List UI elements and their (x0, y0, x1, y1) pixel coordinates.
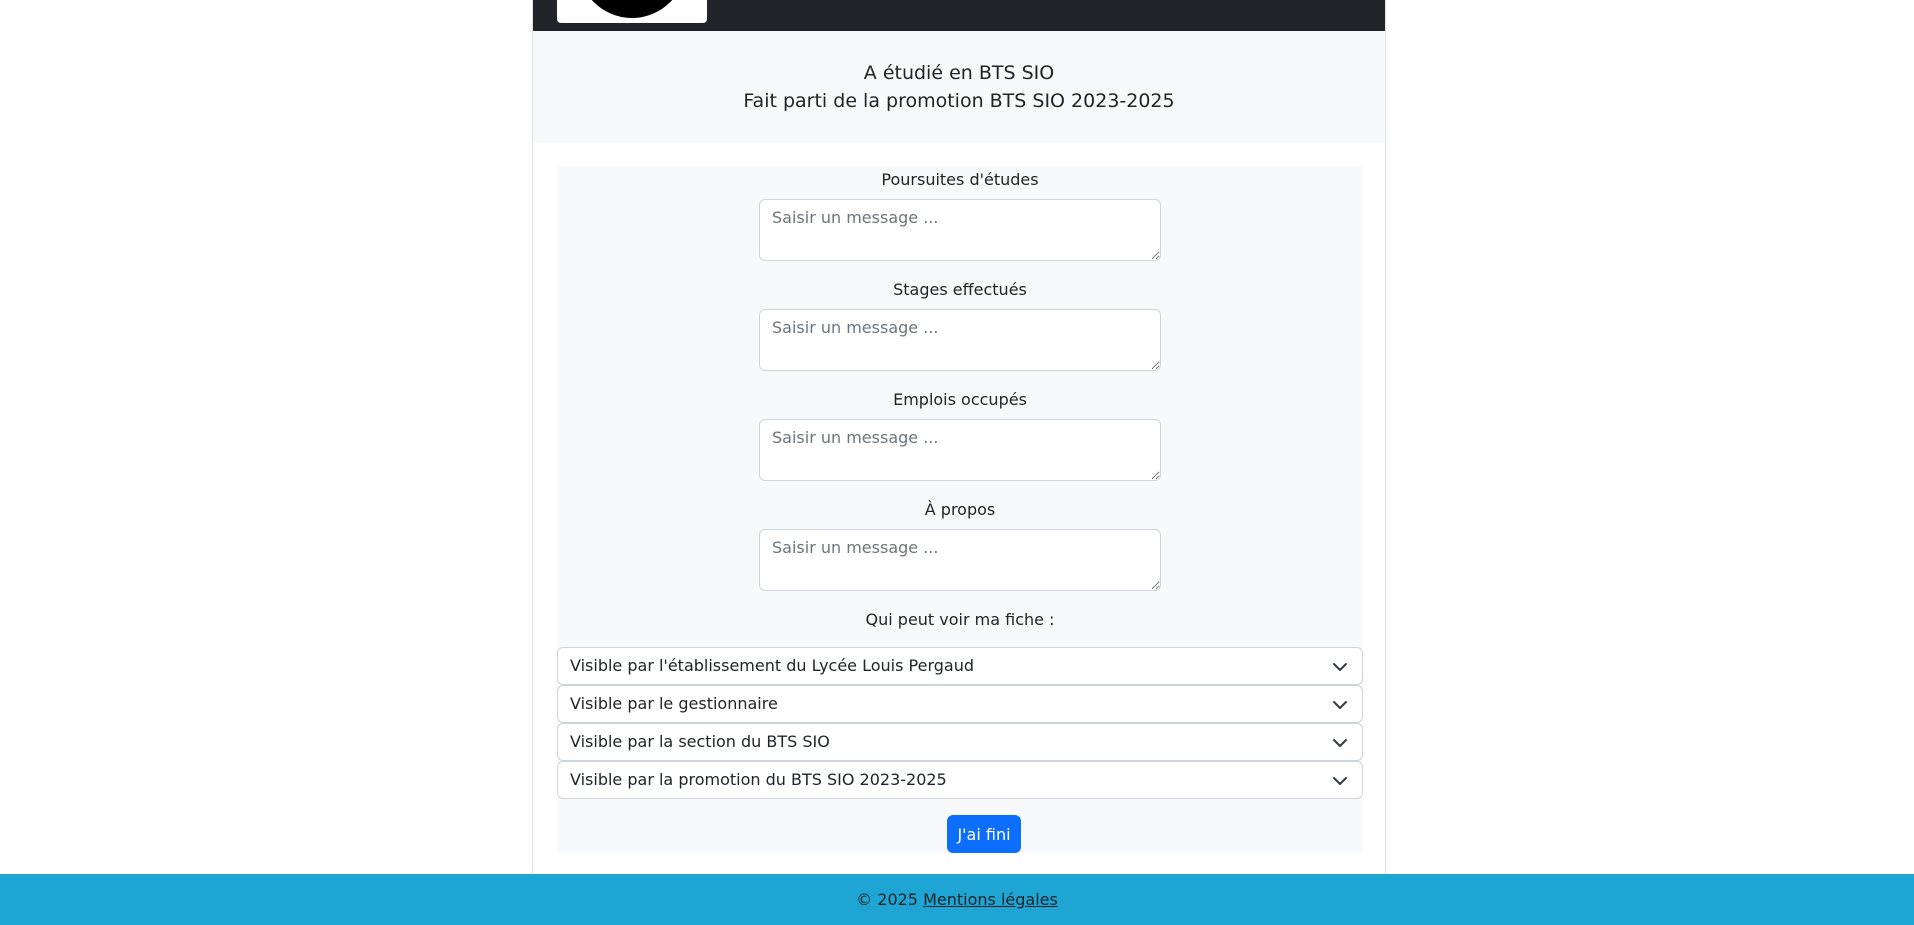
visibility-select-gestionnaire[interactable]: Visible par le gestionnaire (557, 685, 1363, 723)
field-label-poursuites: Poursuites d'études (881, 170, 1039, 189)
visibility-select-section[interactable]: Visible par la section du BTS SIO (557, 723, 1363, 761)
apropos-textarea[interactable] (759, 529, 1161, 591)
logo-link[interactable] (557, 0, 707, 23)
submit-button[interactable]: J'ai fini (947, 815, 1021, 853)
chevron-down-icon (1333, 663, 1347, 671)
logo-icon (578, 0, 686, 18)
select-value: Visible par le gestionnaire (570, 694, 778, 713)
promotion-line: Fait parti de la promotion BTS SIO 2023-… (743, 90, 1175, 112)
main-container: A étudié en BTS SIO Fait parti de la pro… (532, 0, 1386, 874)
copyright-text: © 2025 (856, 890, 918, 909)
profile-info: A étudié en BTS SIO Fait parti de la pro… (533, 31, 1385, 143)
chevron-down-icon (1333, 777, 1347, 785)
visibility-select-promotion[interactable]: Visible par la promotion du BTS SIO 2023… (557, 761, 1363, 799)
poursuites-textarea[interactable] (759, 199, 1161, 261)
footer: © 2025 Mentions légales (0, 874, 1914, 925)
select-value: Visible par la promotion du BTS SIO 2023… (570, 770, 947, 789)
stages-textarea[interactable] (759, 309, 1161, 371)
legal-notice-link[interactable]: Mentions légales (923, 890, 1058, 909)
field-label-stages: Stages effectués (893, 280, 1027, 299)
field-label-apropos: À propos (924, 500, 996, 519)
chevron-down-icon (1333, 739, 1347, 747)
select-value: Visible par la section du BTS SIO (570, 732, 830, 751)
select-value: Visible par l'établissement du Lycée Lou… (570, 656, 975, 675)
profile-form: Poursuites d'études Stages effectués Emp… (557, 167, 1363, 853)
visibility-select-etablissement[interactable]: Visible par l'établissement du Lycée Lou… (557, 647, 1363, 685)
visibility-label: Qui peut voir ma fiche : (865, 610, 1055, 629)
top-navbar (533, 0, 1385, 31)
study-line: A étudié en BTS SIO (863, 62, 1055, 84)
emplois-textarea[interactable] (759, 419, 1161, 481)
chevron-down-icon (1333, 701, 1347, 709)
field-label-emplois: Emplois occupés (893, 390, 1027, 409)
